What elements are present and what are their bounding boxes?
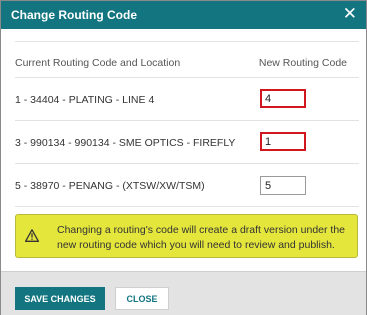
new-routing-code-input[interactable] <box>260 176 306 195</box>
routing-row-label: 3 - 990134 - 990134 - SME OPTICS - FIREF… <box>15 137 236 149</box>
routing-row-label: 5 - 38970 - PENANG - (XTSW/XW/TSM) <box>15 180 205 192</box>
new-routing-code-input[interactable] <box>260 132 306 151</box>
divider <box>15 163 359 164</box>
save-changes-button[interactable]: SAVE CHANGES <box>15 287 105 310</box>
warning-banner: Changing a routing's code will create a … <box>15 214 358 258</box>
change-routing-code-dialog: Change Routing Code ✕ Current Routing Co… <box>0 0 367 315</box>
column-header-current: Current Routing Code and Location <box>15 57 181 69</box>
dialog-footer: SAVE CHANGES CLOSE <box>1 271 366 315</box>
divider <box>15 120 359 121</box>
dialog-title: Change Routing Code <box>11 8 137 22</box>
close-button[interactable]: CLOSE <box>115 287 169 310</box>
close-icon[interactable]: ✕ <box>343 5 357 23</box>
warning-text: Changing a routing's code will create a … <box>57 224 346 251</box>
divider <box>15 41 359 42</box>
divider <box>15 77 359 78</box>
routing-row-label: 1 - 34404 - PLATING - LINE 4 <box>15 94 155 106</box>
dialog-titlebar: Change Routing Code ✕ <box>1 1 366 29</box>
new-routing-code-input[interactable] <box>260 89 306 108</box>
warning-icon <box>25 229 39 242</box>
divider <box>15 206 359 207</box>
column-header-new: New Routing Code <box>258 57 347 69</box>
